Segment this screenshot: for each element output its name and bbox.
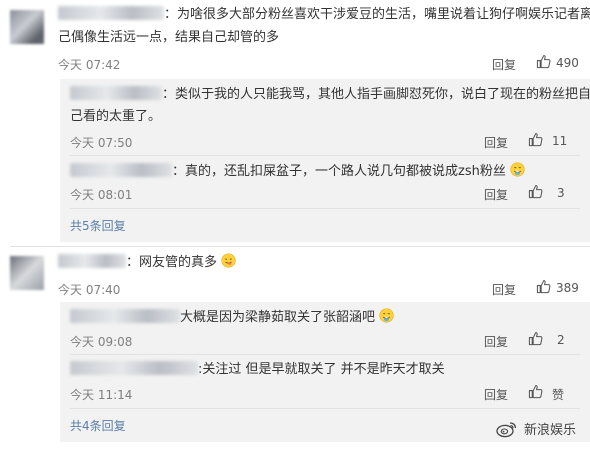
reply-button[interactable]: 回复 [484,186,508,203]
username-blurred[interactable] [70,86,162,100]
timestamp: 今天 07:40 [58,283,121,297]
thumb-up-icon[interactable] [528,384,543,399]
emoji-icon [221,253,236,268]
watermark: 新浪娱乐 [496,419,576,438]
reply-text: :关注过 但是早就取关了 并不是昨天才取关 [70,359,445,381]
like-button-label[interactable]: 赞 [552,386,564,403]
reply-text: 大概是因为梁静茹取关了张韶涵吧 [70,307,394,329]
comment-text: ：网友管的真多 [58,252,236,274]
reply-button[interactable]: 回复 [492,56,516,73]
username-blurred[interactable] [58,6,164,20]
watermark-text: 新浪娱乐 [523,423,576,438]
reply-text: ：真的，还乱扣屎盆子，一个路人说几句都被说成zsh粉丝 [70,161,525,183]
thumb-up-icon[interactable] [528,331,543,346]
username-blurred[interactable] [70,163,172,177]
thumb-up-icon[interactable] [528,184,543,199]
more-replies-link[interactable]: 共5条回复 [70,217,126,234]
timestamp: 今天 08:01 [70,188,133,202]
like-count: 2 [557,333,565,347]
reply-button[interactable]: 回复 [484,386,508,403]
username-blurred[interactable] [58,254,126,268]
username-blurred[interactable] [70,309,180,323]
emoji-icon [379,308,394,323]
emoji-icon [510,162,525,177]
divider [70,354,580,355]
like-count: 490 [556,56,579,70]
comment-text: ：为啥很多大部分粉丝喜欢干涉爱豆的生活，嘴里说着让狗仔啊娱乐记者离自 [58,4,590,26]
avatar[interactable] [10,256,44,290]
reply-button[interactable]: 回复 [492,281,516,298]
timestamp: 今天 09:08 [70,335,133,349]
reply-text: ：类似于我的人只能我骂，其他人指手画脚怼死你，说白了现在的粉丝把自 [70,84,590,106]
divider [70,208,580,209]
comment-text-line2: 己偶像生活远一点，结果自己却管的多 [58,30,280,45]
reply-button[interactable]: 回复 [484,333,508,350]
timestamp: 今天 07:42 [58,58,121,72]
weibo-logo [496,421,517,437]
reply-text-line2: 己看的太重了。 [70,109,162,124]
reply-button[interactable]: 回复 [484,134,508,151]
like-count: 389 [556,281,579,295]
divider [70,155,580,156]
like-count: 11 [552,134,568,148]
reply-section: ：类似于我的人只能我骂，其他人指手画脚怼死你，说白了现在的粉丝把自 己看的太重了… [60,79,590,242]
comment-divider [10,246,590,247]
more-replies-link[interactable]: 共4条回复 [70,417,126,434]
thumb-up-icon[interactable] [536,54,551,69]
thumb-up-icon[interactable] [528,132,543,147]
username-blurred[interactable] [70,361,198,375]
divider [70,408,580,409]
timestamp: 今天 07:50 [70,136,133,150]
avatar[interactable] [10,10,44,44]
timestamp: 今天 11:14 [70,388,133,402]
thumb-up-icon[interactable] [536,279,551,294]
like-count: 3 [557,186,565,200]
